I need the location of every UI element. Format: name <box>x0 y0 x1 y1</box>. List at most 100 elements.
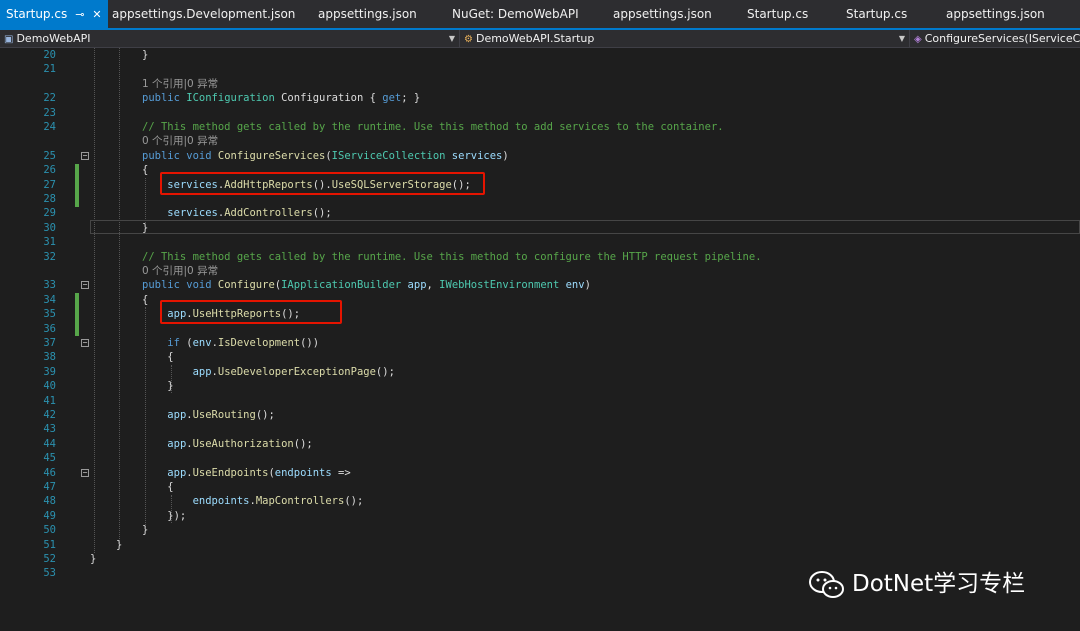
code-token: Configuration { <box>274 92 383 105</box>
line-number: 36 <box>43 322 56 335</box>
codelens-row: 0 个引用|0 异常 <box>0 134 1080 148</box>
tab-nuget-demowebapi[interactable]: NuGet: DemoWebAPI <box>452 0 579 28</box>
collapse-icon[interactable]: − <box>81 152 89 160</box>
code-token: } <box>142 49 149 61</box>
code-token: } <box>116 538 123 551</box>
close-icon[interactable]: ✕ <box>92 8 101 21</box>
line-number: 44 <box>43 437 56 450</box>
tab-label: Startup.cs <box>6 7 68 21</box>
code-line: 23 <box>0 106 1080 120</box>
code-line: 38 { <box>0 350 1080 364</box>
code-token: endpoints <box>192 495 250 508</box>
line-number: 32 <box>43 250 56 263</box>
code-line: 34 { <box>0 293 1080 307</box>
code-text: if (env.IsDevelopment()) <box>142 336 319 350</box>
code-line: 31 <box>0 235 1080 249</box>
code-token: (); <box>293 437 313 450</box>
line-number: 50 <box>43 524 56 537</box>
line-number: 53 <box>43 567 56 580</box>
code-text: app.UseRouting(); <box>142 408 274 422</box>
tab-appsettings-json-2[interactable]: appsettings.json <box>613 0 712 28</box>
code-line: 36 <box>0 322 1080 336</box>
class-dropdown[interactable]: ⚙ DemoWebAPI.Startup ▼ <box>460 30 910 47</box>
method-icon: ◈ <box>914 34 922 45</box>
code-token: } <box>142 524 149 537</box>
code-text: app.UseDeveloperExceptionPage(); <box>142 365 395 379</box>
wechat-watermark: DotNet学习专栏 <box>808 566 1025 602</box>
tab-startup-cs-3[interactable]: Startup.cs <box>846 0 907 28</box>
line-number: 34 <box>43 293 56 306</box>
chevron-down-icon: ▼ <box>448 34 455 43</box>
code-token: app <box>407 279 427 292</box>
code-line: 26 { <box>0 163 1080 177</box>
code-token: app <box>192 365 212 378</box>
line-number: 39 <box>43 365 56 378</box>
line-number: 49 <box>43 509 56 522</box>
code-line: 44 app.UseAuthorization(); <box>0 437 1080 451</box>
code-text: public IConfiguration Configuration { ge… <box>142 91 420 105</box>
code-token: (); <box>312 207 332 220</box>
code-text: app.UseEndpoints(endpoints => <box>142 466 350 480</box>
tab-startup-cs-2[interactable]: Startup.cs <box>747 0 808 28</box>
collapse-icon[interactable]: − <box>81 339 89 347</box>
code-token: } <box>142 221 149 234</box>
csharp-project-icon: ▣ <box>4 34 14 45</box>
line-number: 38 <box>43 351 56 364</box>
code-token: IsDevelopment <box>217 337 301 349</box>
code-token: UseSQLServerStorage <box>331 178 452 191</box>
pin-icon[interactable]: ⊸ <box>75 8 84 21</box>
code-token: Configure <box>217 279 275 292</box>
code-text: services.AddHttpReports().UseSQLServerSt… <box>142 178 470 192</box>
code-line: 52} <box>0 552 1080 566</box>
code-text: } <box>90 552 96 566</box>
collapse-icon[interactable]: − <box>81 281 89 289</box>
code-token: if <box>167 337 180 349</box>
code-token: AddControllers <box>224 207 313 220</box>
project-name: DemoWebAPI <box>16 32 91 45</box>
code-token: ) <box>502 149 509 162</box>
line-number: 26 <box>43 164 56 177</box>
code-token: (); <box>281 308 301 321</box>
tab-startup-cs-active[interactable]: Startup.cs ⊸ ✕ <box>0 0 108 28</box>
code-line: 43 <box>0 422 1080 436</box>
codelens-references[interactable]: 0 个引用|0 异常 <box>142 134 218 148</box>
tab-appsettings-json[interactable]: appsettings.json <box>318 0 417 28</box>
code-editor[interactable]: 20} 21 1 个引用|0 异常 22 public IConfiguration C… <box>0 48 1080 631</box>
code-token: IConfiguration <box>186 92 275 105</box>
project-dropdown[interactable]: ▣ DemoWebAPI ▼ <box>0 30 460 47</box>
code-text: { <box>142 163 148 177</box>
codelens-references[interactable]: 1 个引用|0 异常 <box>142 77 218 91</box>
member-dropdown[interactable]: ◈ ConfigureServices(IServiceC <box>910 30 1080 47</box>
code-token: env <box>565 279 585 292</box>
tab-appsettings-json-3[interactable]: appsettings.json <box>946 0 1045 28</box>
line-number: 46 <box>43 466 56 479</box>
code-token: { <box>142 481 174 493</box>
line-number: 25 <box>43 149 56 162</box>
code-token: ()) <box>300 337 320 349</box>
code-token: public <box>142 279 187 292</box>
code-token: { <box>142 164 149 177</box>
code-line: 25 public void ConfigureServices(IService… <box>0 149 1080 163</box>
code-text: } <box>142 523 148 537</box>
code-line: 39 app.UseDeveloperExceptionPage(); <box>0 365 1080 379</box>
line-number: 40 <box>43 380 56 393</box>
tab-appsettings-development-json[interactable]: appsettings.Development.json <box>112 0 295 28</box>
tab-label: Startup.cs <box>846 7 908 21</box>
code-token: UseAuthorization <box>192 437 294 450</box>
member-name: ConfigureServices(IServiceC <box>924 32 1080 45</box>
codelens-references[interactable]: 0 个引用|0 异常 <box>142 264 218 278</box>
code-token: app <box>167 437 187 450</box>
code-text: { <box>142 293 148 307</box>
code-line: 20} <box>0 48 1080 62</box>
line-number: 20 <box>43 49 56 61</box>
collapse-icon[interactable]: − <box>81 469 89 477</box>
code-token: public <box>142 149 187 162</box>
code-text: public void Configure(IApplicationBuilde… <box>142 278 591 292</box>
